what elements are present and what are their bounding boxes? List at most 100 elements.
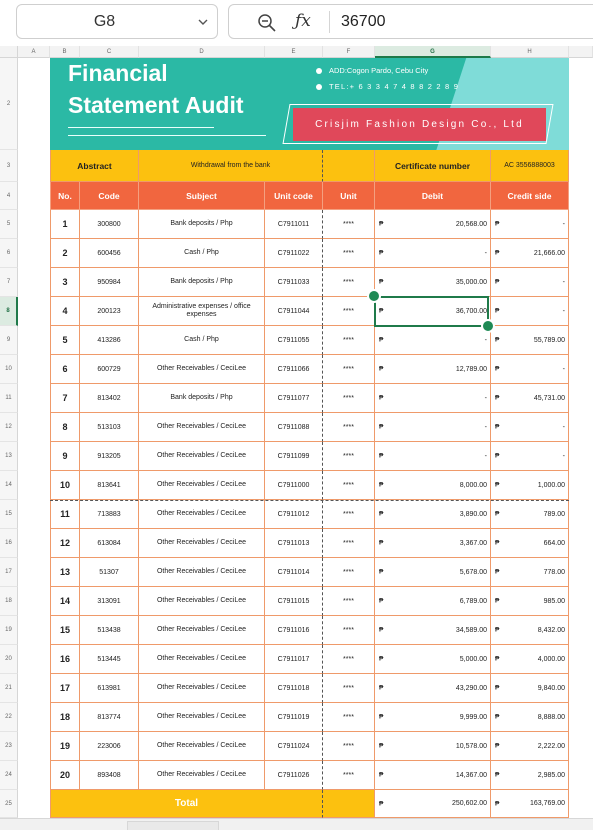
cell-no[interactable]: 10 — [50, 471, 80, 500]
cell-code[interactable]: 413286 — [80, 326, 139, 355]
cell-subject[interactable]: Other Receivables / CeciLee — [139, 558, 265, 587]
column-header-a[interactable]: A — [18, 46, 50, 58]
column-header-c[interactable]: C — [80, 46, 139, 58]
selection-handle-bottom-right[interactable] — [481, 319, 495, 333]
cell-subject[interactable]: Other Receivables / CeciLee — [139, 529, 265, 558]
cell-unit-code[interactable]: C7911015 — [265, 587, 323, 616]
header-code[interactable]: Code — [80, 182, 139, 210]
cell-unit-code[interactable]: C7911014 — [265, 558, 323, 587]
cell-debit[interactable]: ₱ 8,000.00 — [375, 471, 491, 500]
cell-credit[interactable]: ₱ 9,840.00 — [491, 674, 569, 703]
column-header-b[interactable]: B — [50, 46, 80, 58]
cell-code[interactable]: 893408 — [80, 761, 139, 790]
cell-subject[interactable]: Other Receivables / CeciLee — [139, 761, 265, 790]
cell-code[interactable]: 913205 — [80, 442, 139, 471]
fx-icon[interactable]: ƒx — [295, 11, 311, 31]
cell-unit-code[interactable]: C7911022 — [265, 239, 323, 268]
row-header[interactable]: 22 — [0, 703, 18, 732]
cell-credit[interactable]: ₱ 21,666.00 — [491, 239, 569, 268]
cell-credit[interactable]: ₱ - — [491, 442, 569, 471]
cell-unit[interactable]: **** — [323, 645, 375, 674]
cell-no[interactable]: 18 — [50, 703, 80, 732]
cell-no[interactable]: 9 — [50, 442, 80, 471]
cell-code[interactable]: 600456 — [80, 239, 139, 268]
column-header-g[interactable]: G — [375, 46, 491, 58]
row-header[interactable]: 2 — [0, 58, 18, 150]
cell-code[interactable]: 513445 — [80, 645, 139, 674]
cell-debit[interactable]: ₱ 5,000.00 — [375, 645, 491, 674]
zoom-icon[interactable] — [257, 13, 277, 33]
cell-no[interactable]: 14 — [50, 587, 80, 616]
cell-unit-code[interactable]: C7911011 — [265, 210, 323, 239]
row-header[interactable]: 18 — [0, 587, 18, 616]
cell-unit[interactable]: **** — [323, 384, 375, 413]
cell-code[interactable]: 813402 — [80, 384, 139, 413]
cell-subject[interactable]: Other Receivables / CeciLee — [139, 442, 265, 471]
cell-no[interactable]: 11 — [50, 500, 80, 529]
cell-debit[interactable]: ₱ 3,890.00 — [375, 500, 491, 529]
header-unit[interactable]: Unit — [323, 182, 375, 210]
cell-credit[interactable]: ₱ - — [491, 268, 569, 297]
row-header[interactable]: 7 — [0, 268, 18, 297]
row-header[interactable]: 16 — [0, 529, 18, 558]
total-debit[interactable]: ₱ 250,602.00 — [375, 790, 491, 818]
cell-unit[interactable]: **** — [323, 297, 375, 326]
row-header[interactable]: 10 — [0, 355, 18, 384]
cell-credit[interactable]: ₱ 8,432.00 — [491, 616, 569, 645]
cell-debit[interactable]: ₱ - — [375, 384, 491, 413]
cell-debit[interactable]: ₱ 9,999.00 — [375, 703, 491, 732]
cell-credit[interactable]: ₱ - — [491, 355, 569, 384]
row-header[interactable]: 6 — [0, 239, 18, 268]
cell-credit[interactable]: ₱ 664.00 — [491, 529, 569, 558]
cell-credit[interactable]: ₱ 4,000.00 — [491, 645, 569, 674]
cell-code[interactable]: 713883 — [80, 500, 139, 529]
cell-unit-code[interactable]: C7911019 — [265, 703, 323, 732]
cell-subject[interactable]: Other Receivables / CeciLee — [139, 703, 265, 732]
active-cell-selection[interactable] — [374, 296, 489, 327]
cell-credit[interactable]: ₱ 789.00 — [491, 500, 569, 529]
cell-credit[interactable]: ₱ 8,888.00 — [491, 703, 569, 732]
row-header[interactable]: 14 — [0, 471, 18, 500]
cell-unit[interactable]: **** — [323, 442, 375, 471]
sheet-tab[interactable] — [127, 821, 219, 830]
cell-credit[interactable]: ₱ 2,985.00 — [491, 761, 569, 790]
cell-code[interactable]: 613981 — [80, 674, 139, 703]
cell-unit[interactable]: **** — [323, 732, 375, 761]
cell-unit-code[interactable]: C7911033 — [265, 268, 323, 297]
cell-debit[interactable]: ₱ 43,290.00 — [375, 674, 491, 703]
cell-unit-code[interactable]: C7911012 — [265, 500, 323, 529]
cell-subject[interactable]: Other Receivables / CeciLee — [139, 616, 265, 645]
select-all-corner[interactable] — [0, 46, 18, 58]
cell-debit[interactable]: ₱ 3,367.00 — [375, 529, 491, 558]
cell-subject[interactable]: Other Receivables / CeciLee — [139, 355, 265, 384]
cell-credit[interactable]: ₱ - — [491, 297, 569, 326]
formula-value[interactable]: 36700 — [341, 13, 386, 31]
cell-credit[interactable]: ₱ 1,000.00 — [491, 471, 569, 500]
total-unit-cell[interactable] — [323, 790, 375, 818]
cell-unit-code[interactable]: C7911088 — [265, 413, 323, 442]
cell-code[interactable]: 613084 — [80, 529, 139, 558]
cell-code[interactable]: 950984 — [80, 268, 139, 297]
cell-code[interactable]: 223006 — [80, 732, 139, 761]
column-header-d[interactable]: D — [139, 46, 265, 58]
row-header[interactable]: 21 — [0, 674, 18, 703]
cell-debit[interactable]: ₱ - — [375, 442, 491, 471]
abstract-text[interactable]: Withdrawal from the bank — [139, 150, 323, 182]
cell-debit[interactable]: ₱ - — [375, 239, 491, 268]
cell-debit[interactable]: ₱ 34,589.00 — [375, 616, 491, 645]
cell-code[interactable]: 813641 — [80, 471, 139, 500]
cell-credit[interactable]: ₱ - — [491, 210, 569, 239]
cell-no[interactable]: 8 — [50, 413, 80, 442]
cell-unit[interactable]: **** — [323, 587, 375, 616]
cell-unit[interactable]: **** — [323, 703, 375, 732]
cell-unit[interactable]: **** — [323, 326, 375, 355]
header-unit-code[interactable]: Unit code — [265, 182, 323, 210]
cell-no[interactable]: 4 — [50, 297, 80, 326]
row-header[interactable]: 5 — [0, 210, 18, 239]
cell-code[interactable]: 513103 — [80, 413, 139, 442]
cell-unit-code[interactable]: C7911044 — [265, 297, 323, 326]
chevron-down-icon[interactable] — [197, 16, 209, 28]
cell-no[interactable]: 3 — [50, 268, 80, 297]
cell-credit[interactable]: ₱ 45,731.00 — [491, 384, 569, 413]
cell-unit[interactable]: **** — [323, 616, 375, 645]
